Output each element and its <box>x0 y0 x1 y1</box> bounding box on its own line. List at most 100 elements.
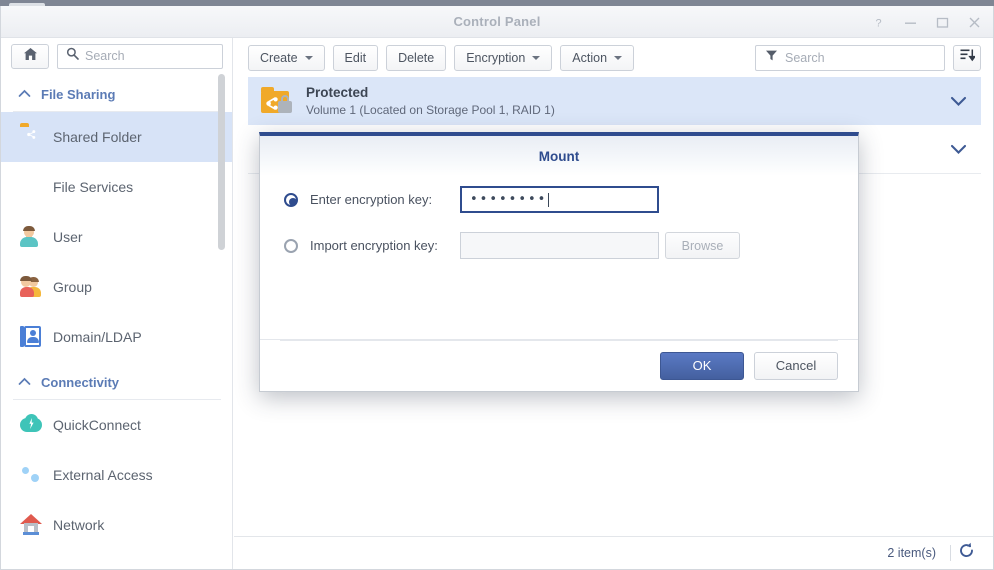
sidebar-item-group[interactable]: Group <box>1 262 232 312</box>
window-control-buttons: ? <box>869 6 983 38</box>
encryption-button-label: Encryption <box>466 50 526 65</box>
control-panel-window: Control Panel ? Search File Sharing Shar… <box>0 6 994 570</box>
sidebar-item-dhcp-server[interactable]: DHCP Server <box>1 550 232 569</box>
folder-name: Protected <box>306 85 369 100</box>
mount-dialog-title: Mount <box>538 148 580 164</box>
delete-button-label: Delete <box>398 50 435 65</box>
sidebar-item-quickconnect[interactable]: QuickConnect <box>1 400 232 450</box>
status-bar: 2 item(s) <box>234 536 993 569</box>
mount-dialog-header: Mount <box>260 136 858 176</box>
sidebar-group-label: File Sharing <box>41 86 116 102</box>
sidebar-item-label: External Access <box>53 467 153 483</box>
footer-divider <box>280 340 838 341</box>
home-button[interactable] <box>11 43 49 69</box>
network-icon <box>20 514 42 536</box>
screen: Control Panel ? Search File Sharing Shar… <box>0 0 994 570</box>
search-icon <box>66 47 79 65</box>
create-button-label: Create <box>260 50 298 65</box>
sidebar-search-box[interactable]: Search <box>57 43 223 69</box>
encrypted-shared-folder-icon <box>261 87 293 115</box>
browse-button[interactable]: Browse <box>665 232 740 259</box>
row-expand-chevron-down-icon[interactable] <box>950 144 967 155</box>
sidebar-item-label: Domain/LDAP <box>53 329 142 345</box>
enter-key-option-row: Enter encryption key: •••••••• <box>284 186 659 213</box>
sidebar-item-external-access[interactable]: External Access <box>1 450 232 500</box>
close-icon[interactable] <box>965 13 983 31</box>
import-key-option-row: Import encryption key: Browse <box>284 232 740 259</box>
import-key-path-input[interactable] <box>460 232 659 259</box>
quickconnect-icon <box>20 414 42 436</box>
content-toolbar: Create Edit Delete Encryption Action Sea… <box>234 38 993 77</box>
refresh-icon <box>958 542 975 564</box>
sidebar-item-file-services[interactable]: File Services <box>1 162 232 212</box>
window-title: Control Panel <box>453 14 541 29</box>
create-button[interactable]: Create <box>248 44 325 71</box>
sidebar-group-connectivity[interactable]: Connectivity <box>1 368 232 396</box>
refresh-button[interactable] <box>951 541 981 565</box>
edit-button-label: Edit <box>344 50 367 65</box>
sidebar-item-label: QuickConnect <box>53 417 141 433</box>
shared-folder-icon <box>20 126 42 148</box>
enter-encryption-key-radio[interactable] <box>284 192 298 207</box>
cancel-button[interactable]: Cancel <box>754 351 838 380</box>
sidebar-nav: File Sharing Shared Folder File Services… <box>1 74 232 569</box>
edit-button[interactable]: Edit <box>332 44 379 71</box>
sort-descending-icon <box>960 48 976 67</box>
sidebar-toolbar: Search <box>1 38 232 74</box>
action-button-label: Action <box>572 50 608 65</box>
sidebar-item-label: Network <box>53 517 105 533</box>
help-icon[interactable]: ? <box>869 13 887 31</box>
window-titlebar[interactable]: Control Panel ? <box>1 6 993 38</box>
sidebar-item-label: DHCP Server <box>53 567 138 569</box>
sidebar-item-label: Shared Folder <box>53 129 142 145</box>
sidebar-item-network[interactable]: Network <box>1 500 232 550</box>
encryption-key-input[interactable]: •••••••• <box>460 186 659 213</box>
mount-dialog-footer: OK Cancel <box>260 339 858 391</box>
table-row-texts: Protected Volume 1 (Located on Storage P… <box>306 84 950 118</box>
sidebar-item-label: File Services <box>53 179 134 195</box>
sidebar-item-domain-ldap[interactable]: Domain/LDAP <box>1 312 232 362</box>
ok-button[interactable]: OK <box>660 351 744 380</box>
sidebar-scrollbar[interactable] <box>218 74 225 250</box>
sidebar-item-label: User <box>53 229 83 245</box>
minimize-icon[interactable] <box>901 13 919 31</box>
row-expand-chevron-down-icon[interactable] <box>950 96 967 107</box>
encryption-button[interactable]: Encryption <box>454 44 553 71</box>
import-encryption-key-radio[interactable] <box>284 238 298 253</box>
sidebar: Search File Sharing Shared Folder File S… <box>1 38 233 569</box>
sidebar-item-shared-folder[interactable]: Shared Folder <box>1 112 232 162</box>
action-button[interactable]: Action <box>560 44 635 71</box>
dhcp-server-icon <box>20 564 42 569</box>
group-icon <box>20 276 42 298</box>
sidebar-group-label: Connectivity <box>41 374 120 390</box>
content-search-placeholder: Search <box>785 50 825 65</box>
sidebar-search-placeholder: Search <box>85 49 125 63</box>
encryption-key-value: •••••••• <box>470 192 548 207</box>
maximize-icon[interactable] <box>933 13 951 31</box>
folder-description: Volume 1 (Located on Storage Pool 1, RAI… <box>306 103 555 117</box>
chevron-up-icon <box>18 85 31 103</box>
external-access-icon <box>20 464 42 486</box>
chevron-down-icon <box>614 55 623 60</box>
enter-encryption-key-label: Enter encryption key: <box>310 192 433 207</box>
sidebar-item-user[interactable]: User <box>1 212 232 262</box>
mount-dialog: Mount Enter encryption key: •••••••• Imp… <box>259 132 859 392</box>
chevron-down-icon <box>532 55 541 60</box>
home-icon <box>23 47 38 66</box>
file-services-icon <box>20 176 42 198</box>
svg-text:?: ? <box>875 17 881 29</box>
sort-descending-button[interactable] <box>953 44 981 71</box>
table-row[interactable]: Protected Volume 1 (Located on Storage P… <box>248 77 981 125</box>
domain-ldap-icon <box>20 326 42 348</box>
sidebar-item-label: Group <box>53 279 92 295</box>
text-cursor <box>548 192 550 207</box>
mount-dialog-body: Enter encryption key: •••••••• Import en… <box>260 176 858 342</box>
sidebar-group-file-sharing[interactable]: File Sharing <box>1 80 232 108</box>
filter-icon <box>765 49 778 67</box>
user-icon <box>20 226 42 248</box>
chevron-down-icon <box>304 55 313 60</box>
content-search-box[interactable]: Search <box>755 44 945 71</box>
item-count-label: 2 item(s) <box>887 546 936 560</box>
chevron-up-icon <box>18 373 31 391</box>
delete-button[interactable]: Delete <box>386 44 447 71</box>
